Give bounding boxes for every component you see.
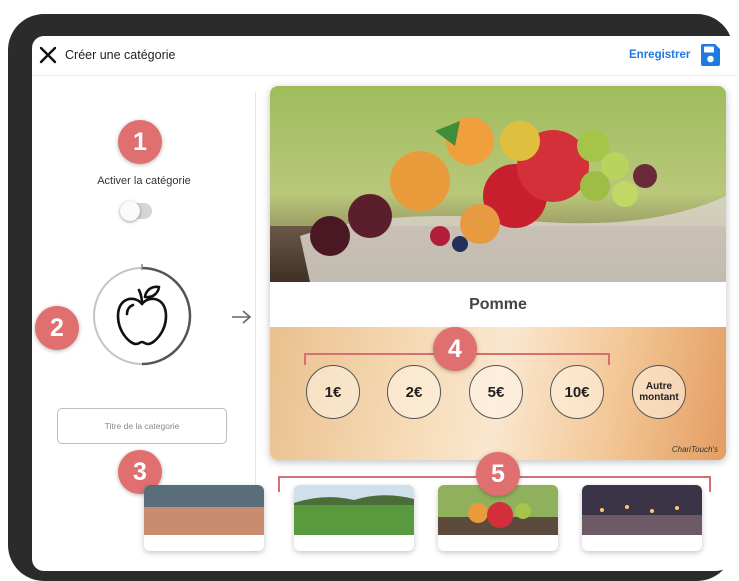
other-amount-button[interactable]: Autre montant (632, 365, 686, 419)
other-amount-label: Autre montant (639, 381, 679, 403)
callout-badge-5: 5 (476, 452, 520, 496)
thumbnail-candles[interactable] (582, 485, 702, 551)
category-hero-image (270, 86, 726, 282)
category-icon-picker[interactable] (90, 262, 194, 368)
top-bar: Créer une catégorie Enregistrer (32, 36, 736, 76)
amount-button-1[interactable]: 1€ (306, 365, 360, 419)
amount-button-5[interactable]: 5€ (469, 365, 523, 419)
thumbnail-green-field[interactable] (294, 485, 414, 551)
activate-category-toggle[interactable] (120, 201, 152, 221)
amount-button-2[interactable]: 2€ (387, 365, 441, 419)
brand-watermark: ChariTouch's (671, 445, 718, 454)
callout-badge-2: 2 (35, 306, 79, 350)
callout-badge-4: 4 (433, 327, 477, 371)
activate-category-label: Activer la catégorie (97, 175, 191, 187)
toggle-knob (120, 201, 140, 221)
category-preview-card: Pomme 1€ 2€ 5€ 10€ Autre montant ChariTo… (270, 86, 726, 460)
category-title-input[interactable] (57, 408, 227, 444)
callout-badge-1: 1 (118, 120, 162, 164)
amount-button-10[interactable]: 10€ (550, 365, 604, 419)
arrow-right-icon (231, 309, 253, 325)
close-icon[interactable] (38, 45, 58, 65)
page-title: Créer une catégorie (65, 48, 176, 62)
category-name-label: Pomme (270, 282, 726, 327)
app-screen: Créer une catégorie Enregistrer 1 Active… (32, 36, 736, 571)
thumbnail-partial[interactable] (144, 485, 264, 551)
floppy-disk-icon[interactable] (699, 43, 721, 67)
save-button[interactable]: Enregistrer (629, 49, 690, 61)
